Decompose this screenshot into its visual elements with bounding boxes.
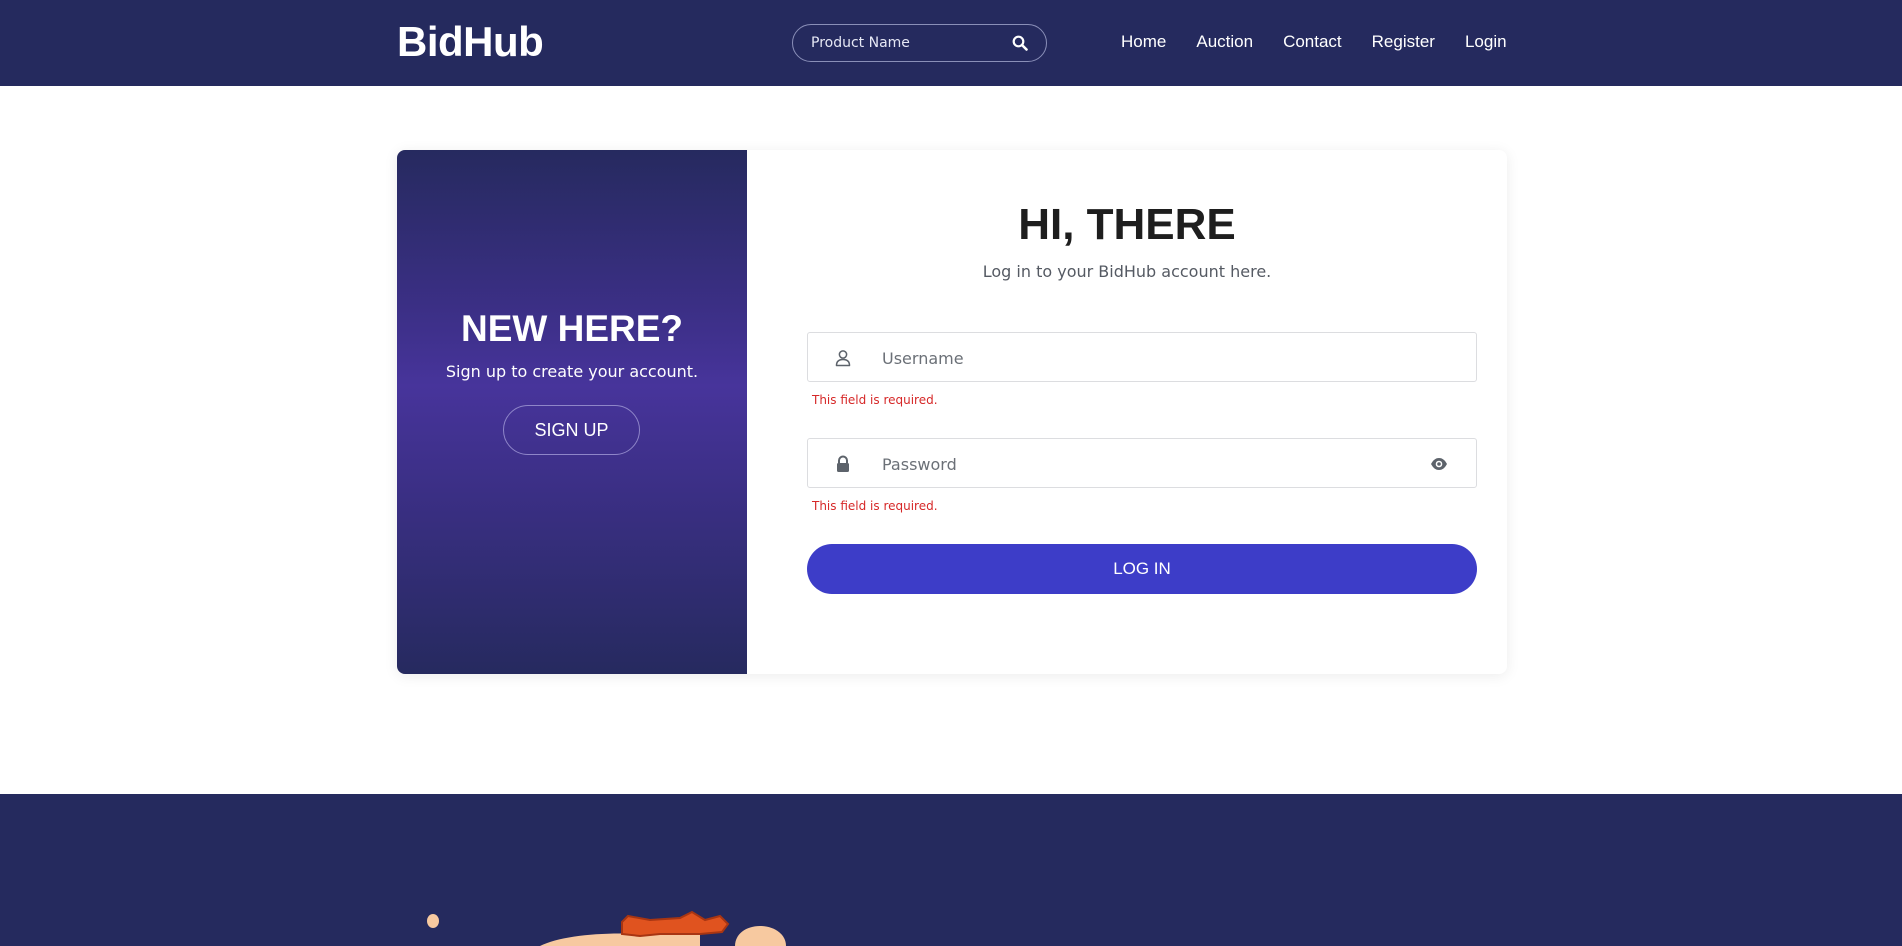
nav-register[interactable]: Register (1372, 32, 1435, 52)
search-icon[interactable] (1012, 35, 1028, 51)
search-bar (792, 24, 1047, 62)
footer-illustration (427, 910, 786, 946)
username-input[interactable] (882, 346, 1382, 370)
password-error: This field is required. (812, 499, 938, 513)
signup-panel: NEW HERE? Sign up to create your account… (397, 150, 747, 674)
login-subheading: Log in to your BidHub account here. (982, 262, 1272, 281)
brand-logo[interactable]: BidHub (397, 18, 544, 66)
signup-text: Sign up to create your account. (445, 362, 699, 381)
nav-auction[interactable]: Auction (1196, 32, 1253, 52)
navbar: BidHub Home Auction Contact Register Log… (0, 0, 1902, 86)
search-input[interactable] (811, 33, 1001, 53)
auth-card: NEW HERE? Sign up to create your account… (397, 150, 1507, 674)
nav-contact[interactable]: Contact (1283, 32, 1342, 52)
username-error: This field is required. (812, 393, 938, 407)
password-input[interactable] (882, 452, 1382, 476)
lock-icon (834, 455, 852, 473)
nav-login[interactable]: Login (1465, 32, 1507, 52)
login-heading: HI, THERE (1018, 200, 1236, 249)
username-field (807, 332, 1477, 382)
main-nav: Home Auction Contact Register Login (1121, 32, 1537, 52)
log-in-button[interactable]: LOG IN (807, 544, 1477, 594)
eye-icon[interactable] (1430, 456, 1448, 472)
signup-heading: NEW HERE? (461, 308, 683, 349)
password-field (807, 438, 1477, 488)
footer (0, 794, 1902, 946)
nav-home[interactable]: Home (1121, 32, 1166, 52)
sign-up-button[interactable]: SIGN UP (503, 405, 640, 455)
user-icon (834, 349, 852, 367)
